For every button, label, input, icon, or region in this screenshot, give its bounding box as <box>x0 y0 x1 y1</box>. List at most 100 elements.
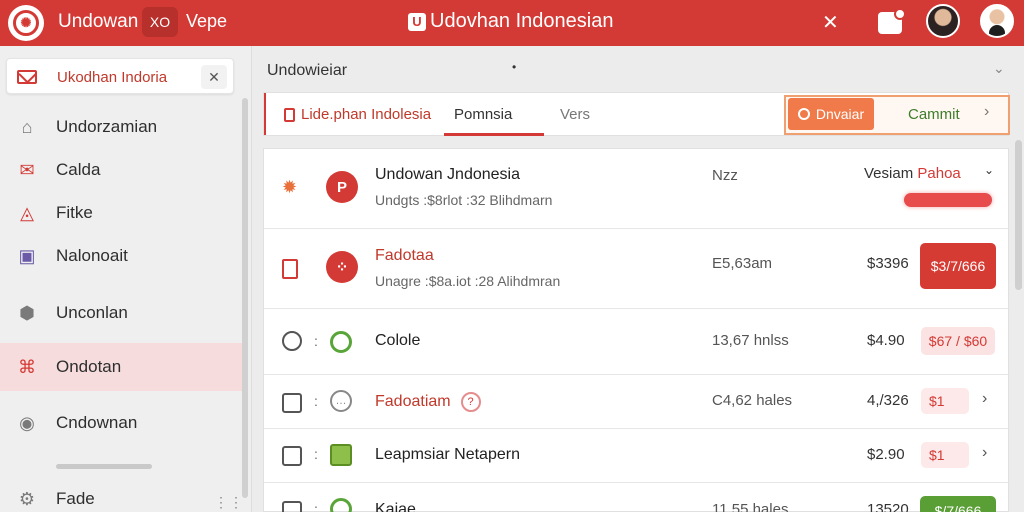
status-badge <box>904 193 992 207</box>
radio-button[interactable] <box>282 331 302 351</box>
notebook-icon: ▣ <box>18 245 36 266</box>
item-name: Colole <box>375 332 421 349</box>
list-item[interactable]: ⁘ Fadotaa Unagre :$8a.iot :28 Alihdmran … <box>264 229 1010 309</box>
building-icon: ⌘ <box>18 356 36 377</box>
sidebar: Ukodhan Indoria ✕ ⌂ Undorzamian ✉ Calda … <box>0 46 252 512</box>
logo-emblem-icon: ✺ <box>13 10 39 36</box>
chevron-right-icon[interactable]: › <box>984 103 989 121</box>
tab-vers[interactable]: Vers <box>560 106 590 123</box>
close-icon[interactable]: ✕ <box>822 10 839 35</box>
drag-handle-icon[interactable]: ⋮⋮ <box>214 494 244 511</box>
top-tab-vepe[interactable]: Vepe <box>186 11 227 32</box>
sidebar-item-cndownan[interactable]: ◉ Cndownan <box>0 402 242 444</box>
price-badge[interactable]: $3/7/666 <box>920 243 996 289</box>
sidebar-item-calda[interactable]: ✉ Calda <box>0 149 242 191</box>
price-badge[interactable]: $1 <box>921 388 969 414</box>
grid-icon: ⁘ <box>326 251 358 283</box>
avatar[interactable] <box>926 4 960 38</box>
price-badge[interactable]: $1 <box>921 442 969 468</box>
list-item[interactable]: : Leapmsiar Netapern $2.90 $1 › <box>264 429 1010 483</box>
price-badge[interactable]: $/7/666 <box>920 496 996 512</box>
item-meta: Nzz <box>712 167 738 184</box>
item-name: Undowan Jndonesia <box>375 166 520 183</box>
clock-icon <box>797 108 810 120</box>
version-value: Pahoa <box>917 165 961 182</box>
page-title: Undowieiar <box>267 62 348 79</box>
sidebar-item-label: Cndownan <box>56 413 138 432</box>
dnvaiar-button-label: Dnvaiar <box>815 106 865 122</box>
sidebar-item-fade[interactable]: ⚙ Fade <box>0 478 242 512</box>
list-item[interactable]: ✹ P Undowan Jndonesia Undgts :$8rlot :32… <box>264 149 1010 229</box>
chat-icon: … <box>330 390 352 412</box>
sidebar-scrollbar[interactable] <box>242 98 248 498</box>
user-avatar[interactable] <box>980 4 1014 38</box>
item-price: $4.90 <box>867 332 905 349</box>
status-ring-icon <box>330 331 352 353</box>
list-scrollbar[interactable] <box>1015 140 1022 290</box>
item-list: ✹ P Undowan Jndonesia Undgts :$8rlot :32… <box>263 148 1010 512</box>
checkbox[interactable] <box>282 393 302 413</box>
tab-lidephan[interactable]: Lide.phan Indolesia <box>284 106 431 123</box>
item-subtitle: Unagre :$8a.iot :28 Alihdmran <box>375 273 561 289</box>
sidebar-item-nalonoait[interactable]: ▣ Nalonoait <box>0 235 242 277</box>
tab-label: Lide.phan Indolesia <box>301 106 432 123</box>
document-icon <box>284 107 295 122</box>
title-badge-icon: U <box>408 12 426 31</box>
location-icon: ⬢ <box>19 302 35 323</box>
app-logo[interactable]: ✺ <box>8 5 44 41</box>
item-meta: 11,55 hales <box>712 501 789 512</box>
sidebar-item-undorzamian[interactable]: ⌂ Undorzamian <box>0 106 242 148</box>
calendar-icon <box>282 259 298 279</box>
item-name: Leapmsiar Netapern <box>375 446 520 463</box>
item-price: $2.90 <box>867 446 905 463</box>
sidebar-header-label: Ukodhan Indoria <box>57 69 168 86</box>
active-tab-indicator <box>444 133 544 136</box>
info-icon[interactable]: ? <box>460 392 481 412</box>
version-label: Vesiam <box>864 165 914 182</box>
item-name: Kaiae <box>375 501 416 512</box>
chevron-down-icon[interactable]: ⌄ <box>993 60 1005 77</box>
sidebar-item-ondotan[interactable]: ⌘ Ondotan <box>0 343 242 391</box>
sidebar-item-label: Calda <box>56 160 101 179</box>
sidebar-item-label: Fitke <box>56 203 93 222</box>
list-item[interactable]: : … Fadoatiam ? C4,62 hales 4,/326 $1 › <box>264 375 1010 429</box>
list-item[interactable]: : Kaiae 11,55 hales 13520 $/7/666 <box>264 483 1010 512</box>
sidebar-close-button[interactable]: ✕ <box>201 65 227 89</box>
item-subtitle: Undgts :$8rlot :32 Blihdmarn <box>375 192 553 208</box>
tab-bar-accent <box>264 93 266 135</box>
sidebar-divider <box>56 464 152 469</box>
sidebar-item-label: Ondotan <box>56 357 122 376</box>
gear-icon: ⚙ <box>18 488 36 509</box>
chevron-down-icon[interactable]: ⌄ <box>984 163 994 177</box>
separator-icon: : <box>314 333 318 349</box>
item-name: Fadoatiam ? <box>375 392 481 412</box>
item-price: 13520 <box>867 501 909 512</box>
chevron-right-icon[interactable]: › <box>982 390 987 408</box>
chevron-right-icon[interactable]: › <box>982 444 987 462</box>
app-icon: P <box>326 171 358 203</box>
item-name-text: Fadoatiam <box>375 393 451 410</box>
top-bar: ✺ Undowan XO Vepe U Udovhan Indonesian ✕ <box>0 0 1024 46</box>
checkbox[interactable] <box>282 446 302 466</box>
commit-button[interactable]: Cammit <box>908 106 960 123</box>
checkbox[interactable] <box>282 501 302 512</box>
separator-icon: : <box>314 501 318 512</box>
tab-bar: Lide.phan Indolesia Pomnsia Vers Dnvaiar… <box>263 92 1010 136</box>
document-green-icon <box>330 444 352 466</box>
tab-pomnsia[interactable]: Pomnsia <box>454 106 512 123</box>
price-badge[interactable]: $67 / $60 <box>921 327 995 355</box>
apps-icon[interactable] <box>878 8 906 34</box>
sidebar-item-label: Unconlan <box>56 303 128 322</box>
item-meta: C4,62 hales <box>712 392 793 409</box>
sidebar-item-unconlan[interactable]: ⬢ Unconlan <box>0 292 242 334</box>
item-price: 4,/326 <box>867 392 909 409</box>
item-version: Vesiam Pahoa <box>864 165 961 182</box>
sidebar-header[interactable]: Ukodhan Indoria ✕ <box>6 58 234 94</box>
separator-icon: : <box>314 446 318 462</box>
top-tab-chip[interactable]: XO <box>142 7 178 37</box>
sidebar-item-fitke[interactable]: ◬ Fitke <box>0 192 242 234</box>
dnvaiar-button[interactable]: Dnvaiar <box>788 98 874 130</box>
list-item[interactable]: : Colole 13,67 hnlss $4.90 $67 / $60 <box>264 309 1010 375</box>
sidebar-item-label: Nalonoait <box>56 246 128 265</box>
item-name: Fadotaa <box>375 247 434 264</box>
